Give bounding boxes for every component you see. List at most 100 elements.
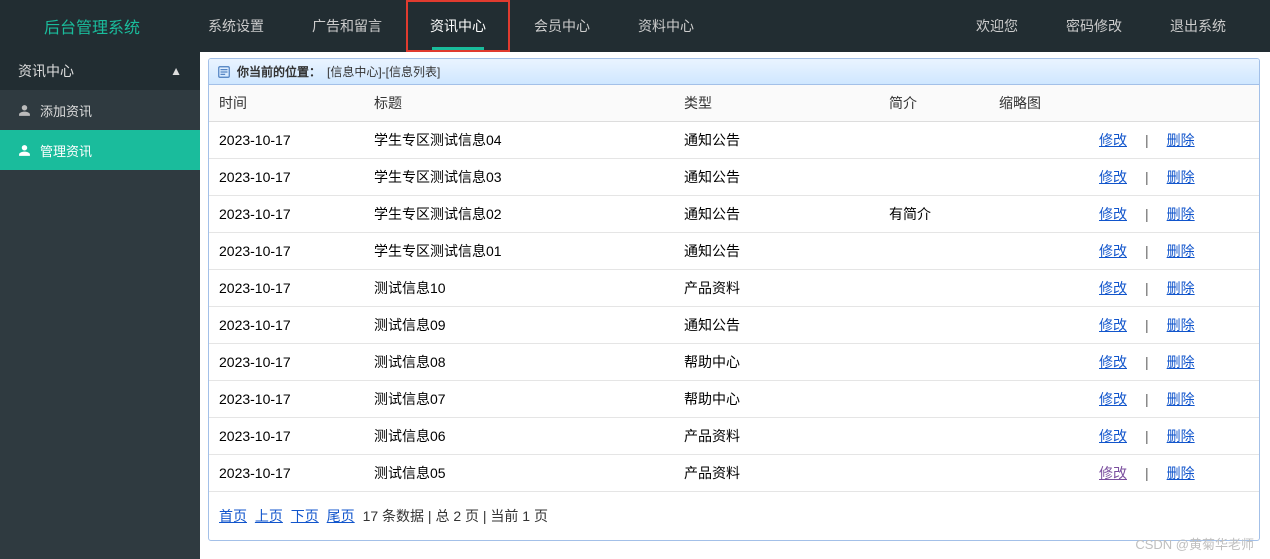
topbar: 后台管理系统 系统设置 广告和留言 资讯中心 会员中心 资料中心 欢迎您 密码修… — [0, 0, 1270, 52]
col-type: 类型 — [674, 85, 879, 122]
delete-link[interactable]: 删除 — [1167, 280, 1195, 296]
cell-actions: 修改 | 删除 — [1089, 344, 1259, 381]
cell-time: 2023-10-17 — [209, 381, 364, 418]
delete-link[interactable]: 删除 — [1167, 391, 1195, 407]
sidebar-header[interactable]: 资讯中心 ▲ — [0, 52, 200, 90]
cell-time: 2023-10-17 — [209, 196, 364, 233]
cell-thumb — [989, 418, 1089, 455]
cell-actions: 修改|删除 — [1089, 196, 1259, 233]
delete-link[interactable]: 删除 — [1167, 317, 1195, 333]
table-row: 2023-10-17学生专区测试信息02通知公告有简介 修改|删除 — [209, 196, 1259, 233]
cell-intro — [879, 418, 989, 455]
cell-thumb — [989, 159, 1089, 196]
topnav-info[interactable]: 资讯中心 — [406, 0, 510, 52]
cell-thumb — [989, 455, 1089, 492]
table-header-row: 时间 标题 类型 简介 缩略图 — [209, 85, 1259, 122]
cell-type: 帮助中心 — [674, 381, 879, 418]
pager: 首页 上页 下页 尾页 17 条数据 | 总 2 页 | 当前 1 页 — [209, 492, 1259, 540]
cell-actions: 修改|删除 — [1089, 307, 1259, 344]
cell-type: 产品资料 — [674, 455, 879, 492]
table-row: 2023-10-17测试信息07帮助中心修改|删除 — [209, 381, 1259, 418]
delete-link[interactable]: 删除 — [1167, 354, 1195, 370]
breadcrumb-prefix: 你当前的位置： — [237, 63, 321, 80]
delete-link[interactable]: 删除 — [1167, 428, 1195, 444]
cell-thumb — [989, 307, 1089, 344]
main-content: 你当前的位置： [信息中心]-[信息列表] 时间 标题 类型 简介 缩略图 20… — [200, 52, 1270, 559]
topnav-logout[interactable]: 退出系统 — [1146, 0, 1250, 52]
cell-title: 测试信息10 — [364, 270, 674, 307]
cell-actions: 修改|删除 — [1089, 233, 1259, 270]
col-thumb: 缩略图 — [989, 85, 1089, 122]
cell-actions: 修改 | 删除 — [1089, 122, 1259, 159]
logo: 后台管理系统 — [0, 14, 184, 38]
pager-last[interactable]: 尾页 — [327, 508, 355, 524]
separator: | — [1145, 132, 1149, 148]
cell-title: 测试信息08 — [364, 344, 674, 381]
edit-link[interactable]: 修改 — [1099, 132, 1127, 148]
edit-link[interactable]: 修改 — [1099, 243, 1127, 259]
cell-type: 通知公告 — [674, 307, 879, 344]
cell-thumb — [989, 381, 1089, 418]
table-row: 2023-10-17测试信息10产品资料修改|删除 — [209, 270, 1259, 307]
cell-title: 学生专区测试信息02 — [364, 196, 674, 233]
col-title: 标题 — [364, 85, 674, 122]
topnav-ads[interactable]: 广告和留言 — [288, 0, 406, 52]
table-row: 2023-10-17学生专区测试信息01通知公告修改|删除 — [209, 233, 1259, 270]
cell-type: 通知公告 — [674, 159, 879, 196]
cell-type: 产品资料 — [674, 270, 879, 307]
edit-link[interactable]: 修改 — [1099, 169, 1127, 185]
cell-type: 产品资料 — [674, 418, 879, 455]
pager-first[interactable]: 首页 — [219, 508, 247, 524]
separator: | — [1145, 280, 1149, 296]
cell-type: 通知公告 — [674, 122, 879, 159]
cell-thumb — [989, 344, 1089, 381]
delete-link[interactable]: 删除 — [1167, 132, 1195, 148]
cell-type: 通知公告 — [674, 196, 879, 233]
edit-link[interactable]: 修改 — [1099, 354, 1127, 370]
topnav-password[interactable]: 密码修改 — [1042, 0, 1146, 52]
pager-next[interactable]: 下页 — [291, 508, 319, 524]
cell-thumb — [989, 122, 1089, 159]
user-icon — [18, 104, 32, 117]
cell-time: 2023-10-17 — [209, 418, 364, 455]
cell-title: 学生专区测试信息01 — [364, 233, 674, 270]
edit-link[interactable]: 修改 — [1099, 391, 1127, 407]
cell-intro: 有简介 — [879, 196, 989, 233]
cell-time: 2023-10-17 — [209, 344, 364, 381]
delete-link[interactable]: 删除 — [1167, 206, 1195, 222]
cell-actions: 修改 | 删除 — [1089, 270, 1259, 307]
edit-link[interactable]: 修改 — [1099, 280, 1127, 296]
cell-title: 学生专区测试信息04 — [364, 122, 674, 159]
sidebar-item-add[interactable]: 添加资讯 — [0, 90, 200, 130]
table-row: 2023-10-17测试信息06产品资料修改|删除 — [209, 418, 1259, 455]
delete-link[interactable]: 删除 — [1167, 465, 1195, 481]
cell-time: 2023-10-17 — [209, 307, 364, 344]
topnav-data[interactable]: 资料中心 — [614, 0, 718, 52]
sidebar-item-label: 管理资讯 — [40, 141, 92, 160]
cell-actions: 修改|删除 — [1089, 418, 1259, 455]
edit-link[interactable]: 修改 — [1099, 428, 1127, 444]
edit-link[interactable]: 修改 — [1099, 465, 1127, 481]
table-row: 2023-10-17测试信息08帮助中心 修改 | 删除 — [209, 344, 1259, 381]
cell-time: 2023-10-17 — [209, 455, 364, 492]
cell-intro — [879, 307, 989, 344]
sidebar-item-manage[interactable]: 管理资讯 — [0, 130, 200, 170]
topnav-welcome: 欢迎您 — [952, 0, 1042, 52]
col-time: 时间 — [209, 85, 364, 122]
edit-link[interactable]: 修改 — [1099, 206, 1127, 222]
topnav-member[interactable]: 会员中心 — [510, 0, 614, 52]
delete-link[interactable]: 删除 — [1167, 243, 1195, 259]
topnav-system[interactable]: 系统设置 — [184, 0, 288, 52]
cell-intro — [879, 159, 989, 196]
edit-link[interactable]: 修改 — [1099, 317, 1127, 333]
table-row: 2023-10-17学生专区测试信息04通知公告修改|删除 — [209, 122, 1259, 159]
pager-prev[interactable]: 上页 — [255, 508, 283, 524]
cell-type: 帮助中心 — [674, 344, 879, 381]
separator: | — [1145, 465, 1149, 481]
cell-intro — [879, 455, 989, 492]
watermark: CSDN @黄菊华老师 — [1135, 534, 1254, 553]
cell-thumb — [989, 270, 1089, 307]
delete-link[interactable]: 删除 — [1167, 169, 1195, 185]
sidebar-title: 资讯中心 — [18, 61, 74, 81]
separator: | — [1145, 354, 1149, 370]
